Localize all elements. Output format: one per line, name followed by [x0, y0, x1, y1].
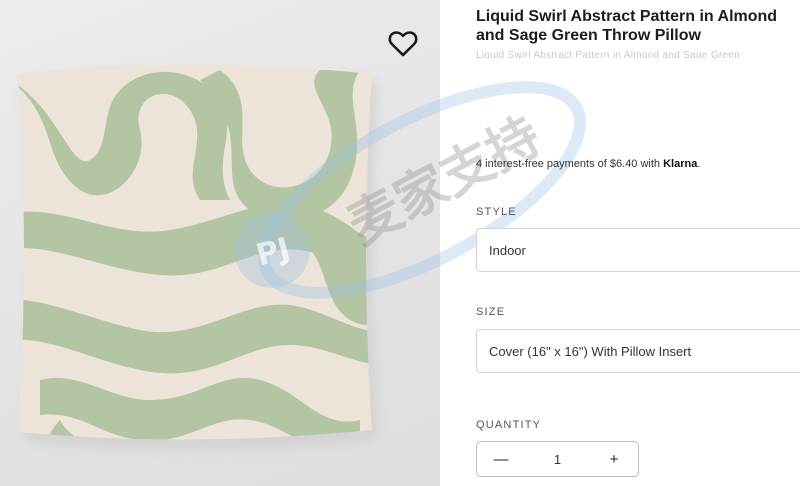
product-title: Liquid Swirl Abstract Pattern in Almond …: [476, 7, 800, 45]
product-title-line2: and Sage Green Throw Pillow: [476, 27, 701, 44]
size-select[interactable]: Cover (16" x 16") With Pillow Insert: [476, 329, 800, 373]
installments-suffix: .: [697, 158, 701, 170]
size-label: SIZE: [476, 306, 506, 318]
increment-button[interactable]: +: [590, 442, 638, 476]
product-subtitle: Liquid Swirl Abstract Pattern in Almond …: [476, 50, 741, 58]
product-image-panel: [0, 0, 440, 486]
installments-text: 4 interest-free payments of $6.40 with K…: [476, 158, 700, 170]
product-details: Liquid Swirl Abstract Pattern in Almond …: [476, 0, 800, 486]
style-label: STYLE: [476, 206, 517, 218]
style-select[interactable]: Indoor: [476, 228, 800, 272]
klarna-brand[interactable]: Klarna: [663, 158, 697, 170]
quantity-value[interactable]: 1: [525, 452, 590, 467]
heart-outline-icon[interactable]: [385, 26, 421, 60]
style-select-value: Indoor: [489, 242, 526, 258]
pillow-image: [18, 64, 378, 450]
quantity-label: QUANTITY: [476, 419, 542, 431]
size-select-value: Cover (16" x 16") With Pillow Insert: [489, 343, 692, 359]
decrement-button[interactable]: —: [477, 442, 525, 476]
quantity-stepper: — 1 +: [476, 441, 639, 477]
installments-prefix: 4 interest-free payments of $6.40 with: [476, 158, 664, 170]
product-title-line1: Liquid Swirl Abstract Pattern in Almond: [476, 8, 778, 25]
